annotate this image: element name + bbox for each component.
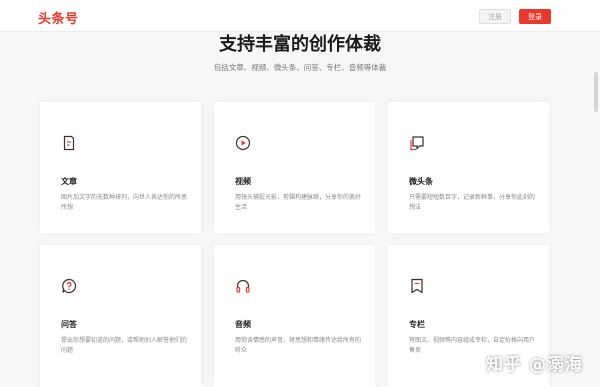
card-description: 图片加文字的无数种排列，向世人表达你的所思所想 bbox=[61, 194, 188, 211]
card-title: 视频 bbox=[235, 177, 251, 186]
card-title: 文章 bbox=[61, 177, 77, 186]
card-audio[interactable]: 音频 用饱含情感的声音，将思想和情绪传达给所有的听众 bbox=[214, 245, 375, 387]
article-icon bbox=[61, 135, 77, 151]
video-play-icon bbox=[235, 135, 251, 151]
card-article[interactable]: 文章 图片加文字的无数种排列，向世人表达你的所思所想 bbox=[40, 102, 201, 233]
scrollbar-thumb[interactable] bbox=[594, 72, 598, 112]
card-description: 提出你想要知道的问题，或帮助别人解答他们的问题 bbox=[61, 337, 188, 354]
card-video[interactable]: 视频 用镜头捕捉光影，剪辑构建脉络，分享你的美好生活 bbox=[214, 102, 375, 233]
register-button[interactable]: 注册 bbox=[479, 9, 511, 24]
headphones-icon bbox=[235, 278, 251, 294]
card-description: 用镜头捕捉光影，剪辑构建脉络，分享你的美好生活 bbox=[235, 194, 362, 211]
column-bookmark-icon bbox=[409, 278, 425, 294]
card-title: 音频 bbox=[235, 320, 251, 329]
question-icon bbox=[61, 278, 77, 294]
section-subtitle: 包括文章、视频、微头条、问答、专栏、音频等体裁 bbox=[213, 63, 387, 72]
card-title: 问答 bbox=[61, 320, 77, 329]
card-qa[interactable]: 问答 提出你想要知道的问题，或帮助别人解答他们的问题 bbox=[40, 245, 201, 387]
card-microheadline[interactable]: 微头条 只需要短短数百字，记录新鲜事，分享你此刻的想法 bbox=[388, 102, 549, 233]
card-title: 微头条 bbox=[409, 177, 433, 186]
toutiao-logo[interactable]: 头条号 bbox=[38, 8, 79, 27]
watermark: 知乎 @溺海 bbox=[486, 355, 583, 375]
card-description: 用饱含情感的声音，将思想和情绪传达给所有的听众 bbox=[235, 337, 362, 354]
top-header: 头条号 注册 登录 bbox=[0, 0, 600, 32]
card-description: 只需要短短数百字，记录新鲜事，分享你此刻的想法 bbox=[409, 194, 536, 211]
login-button[interactable]: 登录 bbox=[519, 9, 551, 24]
section-title: 支持丰富的创作体裁 bbox=[219, 34, 381, 55]
card-title: 专栏 bbox=[409, 320, 425, 329]
microheadline-icon bbox=[409, 135, 425, 151]
